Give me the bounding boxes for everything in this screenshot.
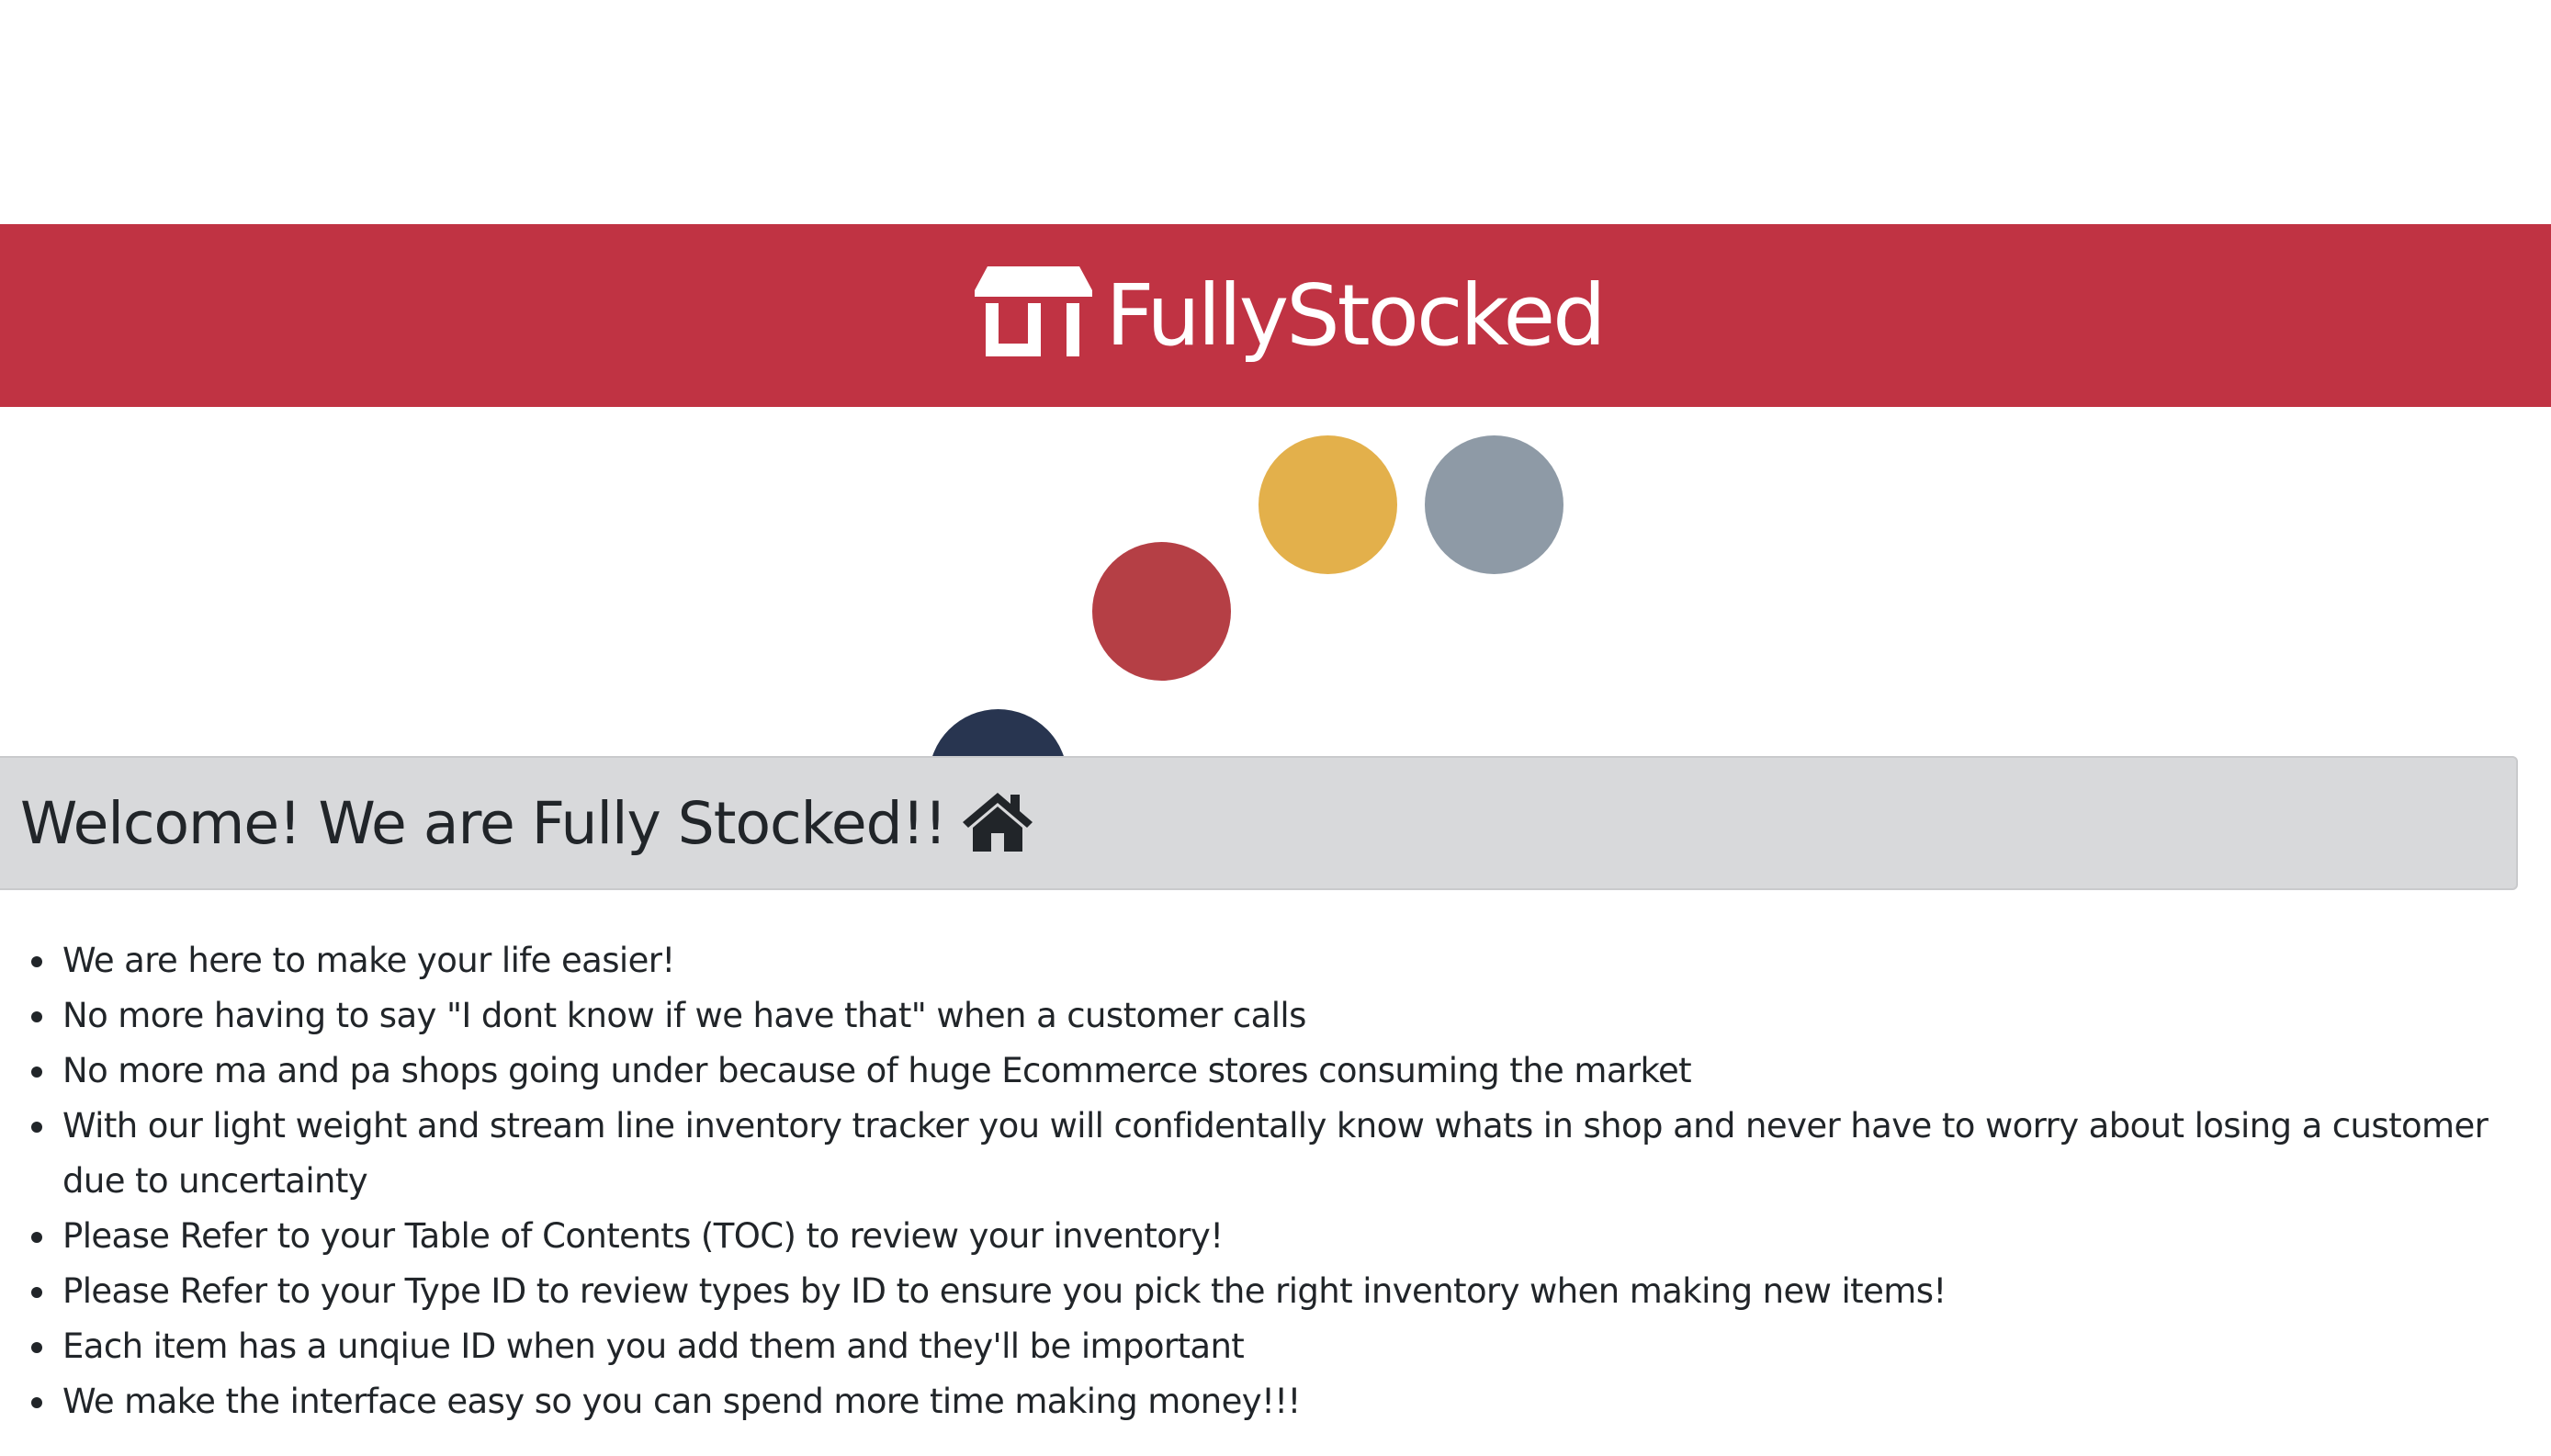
welcome-jumbotron: Welcome! We are Fully Stocked!! xyxy=(0,756,2518,890)
list-item: No more ma and pa shops going under beca… xyxy=(31,1044,2535,1099)
navy-dot xyxy=(929,709,1067,756)
feature-list: We are here to make your life easier! No… xyxy=(0,933,2535,1429)
decorative-dots xyxy=(0,407,2551,756)
list-item: We are here to make your life easier! xyxy=(31,933,2535,988)
list-item: Each item has a unqiue ID when you add t… xyxy=(31,1319,2535,1374)
brand-name: FullyStocked xyxy=(1105,265,1606,365)
welcome-title: Welcome! We are Fully Stocked!! xyxy=(20,789,947,857)
list-item: With our light weight and stream line in… xyxy=(31,1099,2535,1209)
list-item: No more having to say "I dont know if we… xyxy=(31,988,2535,1044)
welcome-heading: Welcome! We are Fully Stocked!! xyxy=(20,790,1034,857)
home-icon xyxy=(963,793,1033,852)
list-item: We make the interface easy so you can sp… xyxy=(31,1374,2535,1429)
page: FullyStocked Welcome! We are Fully Stock… xyxy=(0,0,2551,1456)
list-item: Please Refer to your Type ID to review t… xyxy=(31,1264,2535,1319)
red-dot xyxy=(1092,542,1231,681)
header-banner: FullyStocked xyxy=(0,224,2551,407)
list-item: Please Refer to your Table of Contents (… xyxy=(31,1209,2535,1264)
store-icon xyxy=(975,265,1093,356)
gold-dot xyxy=(1259,435,1397,574)
brand-link[interactable]: FullyStocked xyxy=(975,265,1607,365)
gray-dot xyxy=(1425,435,1563,574)
